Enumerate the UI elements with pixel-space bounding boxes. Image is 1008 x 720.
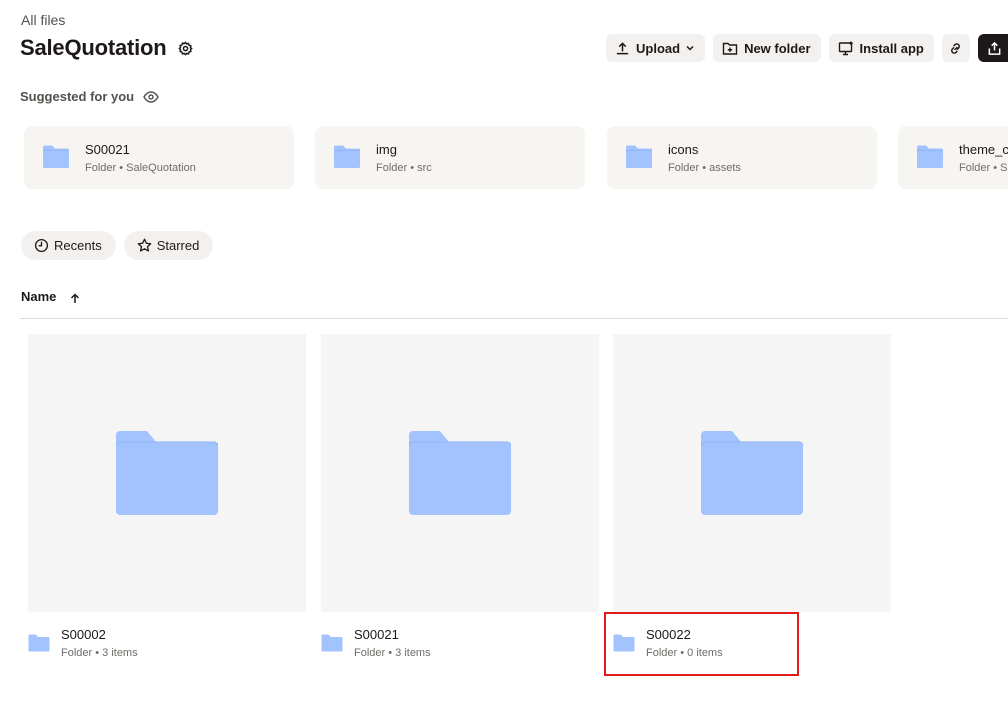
suggested-heading: Suggested for you [20, 89, 159, 104]
install-app-label: Install app [859, 40, 924, 56]
star-icon [137, 238, 152, 252]
folder-thumbnail [613, 334, 891, 612]
recents-label: Recents [54, 238, 102, 253]
suggested-item-name: img [376, 142, 397, 157]
starred-filter-button[interactable]: Starred [123, 231, 214, 260]
upload-button[interactable]: Upload [606, 34, 706, 62]
folder-icon [409, 431, 511, 515]
suggested-label: Suggested for you [20, 89, 135, 104]
clock-icon [34, 238, 49, 253]
suggested-item-name: S00021 [85, 142, 130, 157]
suggested-item[interactable]: theme_c Folder • S [898, 126, 1008, 189]
folder-icon [28, 634, 50, 652]
folder-icon [917, 145, 943, 168]
link-icon [951, 42, 961, 54]
folder-icon [116, 431, 218, 515]
folder-icon [613, 634, 635, 652]
folder-icon [321, 634, 343, 652]
file-grid-item[interactable]: S00022 Folder • 0 items [613, 334, 891, 664]
folder-icon [701, 431, 803, 515]
suggested-item-meta: Folder • assets [668, 162, 741, 174]
install-app-button[interactable]: Install app [828, 34, 934, 62]
share-icon [988, 41, 1001, 55]
folder-icon [43, 145, 69, 168]
file-meta: Folder • 3 items [61, 647, 138, 659]
file-name[interactable]: S00022 [646, 627, 691, 642]
gear-icon[interactable] [177, 39, 195, 57]
page-title: SaleQuotation [20, 35, 167, 60]
recents-filter-button[interactable]: Recents [21, 231, 116, 260]
divider [20, 318, 1008, 319]
suggested-item-meta: Folder • src [376, 162, 432, 174]
new-folder-icon [722, 42, 738, 55]
suggested-item[interactable]: img Folder • src [315, 126, 585, 189]
sort-by-name-header[interactable]: Name [21, 289, 80, 304]
starred-label: Starred [156, 238, 200, 253]
suggested-list: S00021 Folder • SaleQuotation img Folder… [24, 126, 1008, 190]
file-name[interactable]: S00002 [61, 627, 106, 642]
upload-icon [616, 41, 629, 54]
share-button[interactable] [977, 34, 1008, 62]
upload-label: Upload [636, 40, 681, 56]
copy-link-button[interactable] [941, 34, 970, 62]
folder-icon [626, 145, 652, 168]
filter-row: Recents Starred [21, 231, 221, 260]
folder-thumbnail [321, 334, 599, 612]
folder-thumbnail [28, 334, 306, 612]
monitor-icon [838, 41, 853, 55]
new-folder-button[interactable]: New folder [713, 34, 821, 62]
file-meta: Folder • 3 items [354, 647, 431, 659]
suggested-item-meta: Folder • SaleQuotation [85, 162, 196, 174]
suggested-item-name: icons [668, 142, 699, 157]
file-grid-item[interactable]: S00021 Folder • 3 items [321, 334, 599, 664]
file-name[interactable]: S00021 [354, 627, 399, 642]
file-grid-item[interactable]: S00002 Folder • 3 items [28, 334, 306, 664]
file-meta: Folder • 0 items [646, 647, 723, 659]
suggested-item[interactable]: S00021 Folder • SaleQuotation [24, 126, 294, 189]
sort-column-label: Name [21, 289, 57, 304]
breadcrumb[interactable]: All files [21, 12, 65, 28]
new-folder-label: New folder [744, 40, 811, 56]
arrow-up-icon [70, 292, 80, 304]
folder-icon [334, 145, 360, 168]
title-row: SaleQuotation [20, 35, 195, 61]
toolbar: Upload New folder Install app [606, 34, 1008, 62]
suggested-item-meta: Folder • S [959, 162, 1008, 174]
eye-icon[interactable] [143, 90, 159, 103]
chevron-down-icon [686, 45, 694, 51]
suggested-item-name: theme_c [959, 142, 1008, 157]
suggested-item[interactable]: icons Folder • assets [607, 126, 877, 189]
